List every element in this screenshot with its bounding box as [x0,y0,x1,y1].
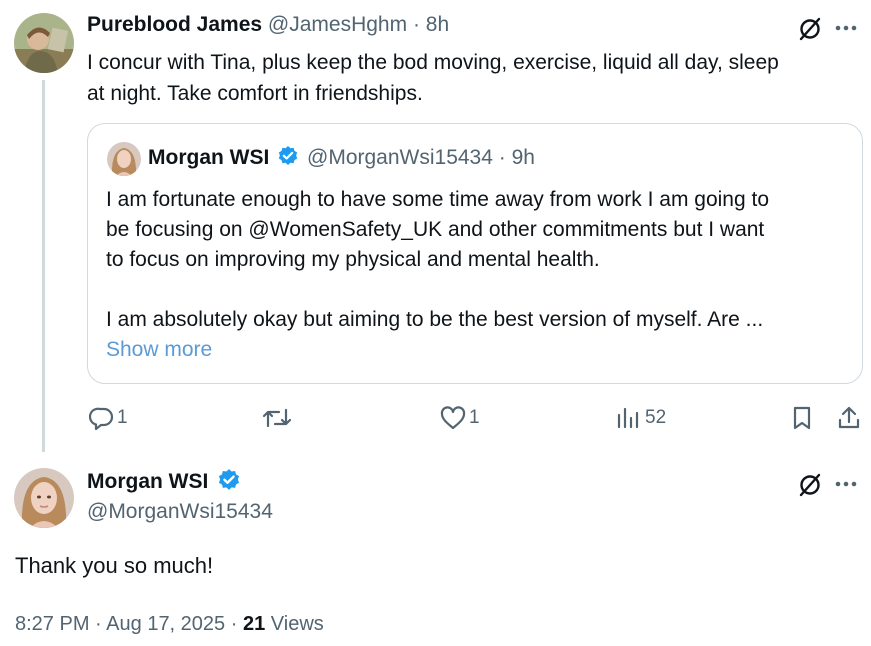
views-count: 21 [242,613,266,635]
quoted-text-line: I am absolutely okay but aiming to be th… [106,308,764,331]
quoted-text-line: I am fortunate enough to have some time … [106,188,769,211]
views-button[interactable]: 52 [615,405,666,431]
reply-icon [89,407,114,431]
share-icon [838,406,860,429]
share-button[interactable] [836,405,862,431]
like-button[interactable]: 1 [439,405,480,431]
meta-separator: · [230,613,238,635]
views-count: 52 [645,407,667,428]
header-separator: · [412,13,420,36]
grok-slash-icon[interactable] [797,16,823,42]
quoted-post-card[interactable]: Morgan WSI @MorganWsi15434 · 9h I am for… [87,123,863,384]
reply-post-text: I concur with Tina, plus keep the bod mo… [87,47,779,109]
main-post-text: Thank you so much! [15,553,214,578]
quoted-post-header: Morgan WSI @MorganWsi15434 · 9h [148,146,535,170]
like-icon [440,406,466,430]
post-date[interactable]: Aug 17, 2025 [106,613,225,635]
bookmark-button[interactable] [791,405,813,431]
retweet-button[interactable] [262,405,292,431]
reply-text-line: at night. Take comfort in friendships. [87,82,423,105]
avatar-morgan-wsi-small [107,142,141,176]
reply-text-line: I concur with Tina, plus keep the bod mo… [87,51,779,74]
main-post-author: Morgan WSI [87,469,241,494]
quoted-text-line: to focus on improving my physical and me… [106,248,600,271]
author-handle[interactable]: @JamesHghm [268,13,407,36]
quoted-post-text: I am fortunate enough to have some time … [106,185,769,365]
quoted-author-name: Morgan WSI [148,146,270,169]
author-name[interactable]: Pureblood James [87,13,262,36]
like-count: 1 [469,407,480,428]
views-icon [617,407,639,429]
quoted-post-time: 9h [511,146,535,169]
more-icon[interactable] [834,22,858,34]
show-more-link[interactable]: Show more [106,335,769,365]
retweet-icon [262,408,292,428]
verified-badge-icon [219,469,240,491]
reply-button[interactable]: 1 [89,405,128,431]
grok-slash-icon[interactable] [797,472,823,498]
quoted-separator: · [498,146,506,169]
meta-separator: · [95,613,102,635]
verified-badge-icon [278,146,298,166]
quoted-author-handle: @MorganWsi15434 [307,146,493,169]
bookmark-icon [793,406,811,430]
views-label: Views [270,613,324,635]
post-metadata: 8:27 PM · Aug 17, 2025 · 21 Views [15,613,324,636]
post-time[interactable]: 8:27 PM [15,613,89,635]
author-handle[interactable]: @MorganWsi15434 [87,500,273,524]
post-time[interactable]: 8h [426,13,449,36]
quoted-text-line: be focusing on @WomenSafety_UK and other… [106,218,765,241]
more-icon[interactable] [834,478,858,490]
avatar-morgan-wsi[interactable] [14,468,74,528]
author-name[interactable]: Morgan WSI [87,470,208,493]
thread-connector-line [42,80,45,452]
reply-post-header: Pureblood James @JamesHghm · 8h [87,13,449,37]
reply-count: 1 [117,407,128,428]
avatar-pureblood-james[interactable] [14,13,74,73]
